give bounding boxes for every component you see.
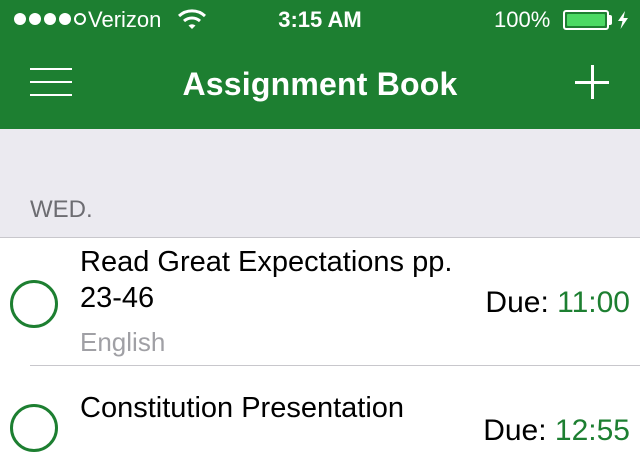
- assignment-subject: English: [80, 327, 166, 357]
- top-bar: Verizon 3:15 AM 100% Assignment Book: [0, 0, 640, 129]
- due-time-display: Due: 11:00: [485, 286, 630, 320]
- section-header-wed: WED.: [0, 129, 640, 238]
- page-title: Assignment Book: [182, 66, 458, 102]
- navigation-bar: Assignment Book: [0, 40, 640, 129]
- battery-icon: [563, 10, 609, 30]
- complete-checkbox[interactable]: [10, 404, 58, 452]
- due-time: 12:55: [554, 414, 630, 447]
- complete-checkbox[interactable]: [10, 280, 58, 328]
- battery-level: [567, 14, 605, 26]
- battery-tip: [609, 15, 612, 25]
- status-bar: Verizon 3:15 AM 100%: [0, 0, 640, 40]
- assignment-title: Constitution Presentation: [80, 392, 405, 424]
- section-day-label: WED.: [30, 196, 93, 223]
- due-label: Due:: [485, 286, 549, 319]
- assignment-row[interactable]: Constitution Presentation Due: 12:55: [0, 366, 640, 453]
- app-screen: Verizon 3:15 AM 100% Assignment Book WED…: [0, 0, 640, 453]
- due-time-display: Due: 12:55: [483, 414, 630, 448]
- charging-bolt-icon: [618, 11, 628, 29]
- due-time: 11:00: [557, 286, 630, 319]
- assignment-title: Read Great Expectations pp. 23-46: [80, 246, 453, 314]
- battery-percentage: 100%: [494, 7, 551, 32]
- assignment-row[interactable]: Read Great Expectations pp. 23-46 Englis…: [0, 238, 640, 366]
- due-label: Due:: [483, 414, 547, 447]
- plus-icon[interactable]: [575, 65, 611, 101]
